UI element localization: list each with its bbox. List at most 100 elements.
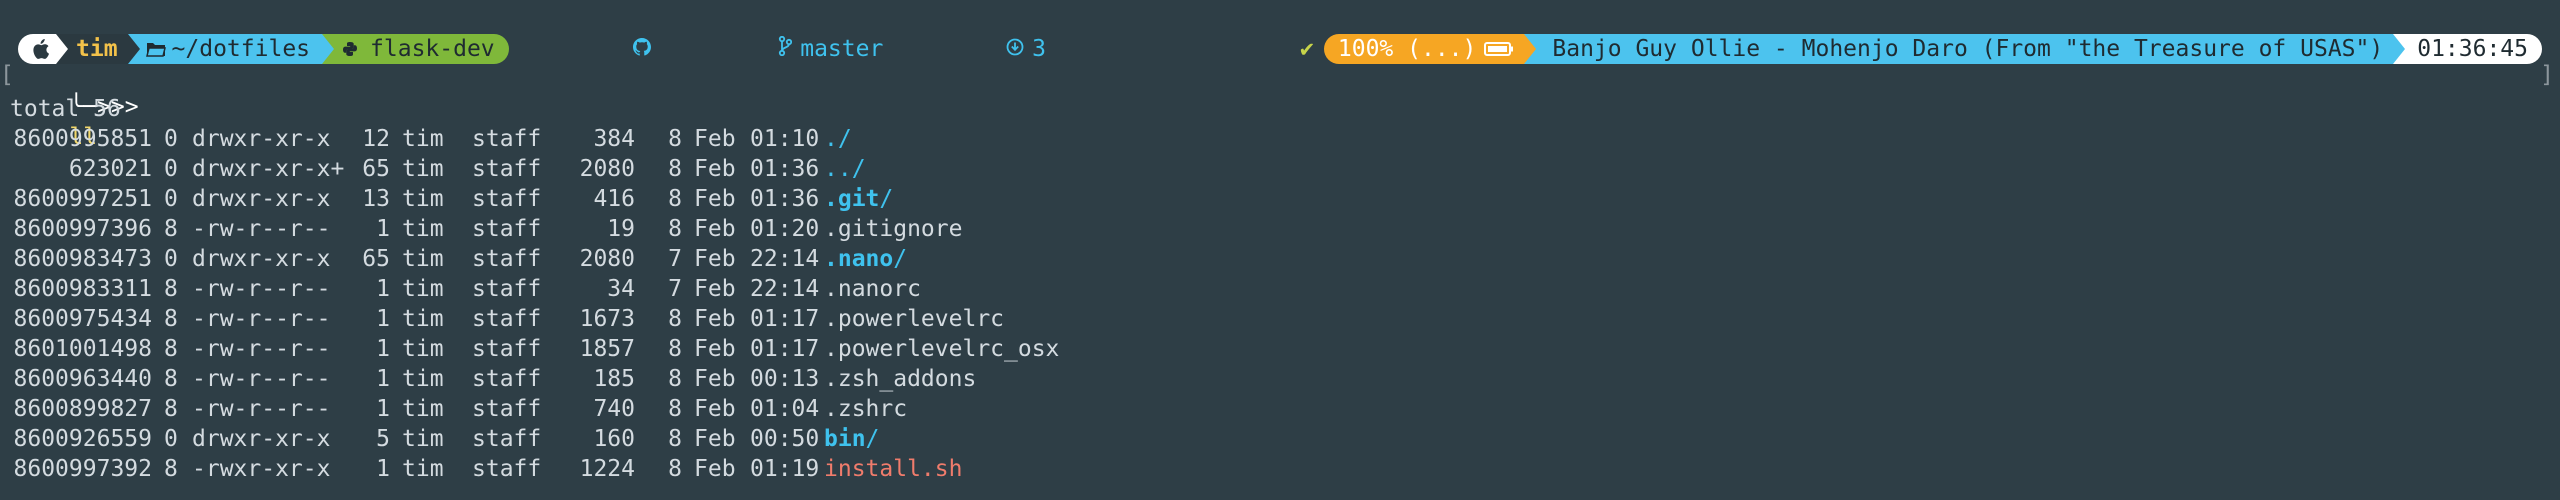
virtualenv-segment: flask-dev [334,34,509,64]
file-day: 7 [668,276,682,302]
status-ok-icon: ✔ [1300,36,1314,62]
file-inode: 8600926559 [13,426,152,452]
file-owner: tim [402,126,444,152]
file-time: 01:04 [750,396,820,422]
file-time: 01:17 [750,336,820,362]
file-group: staff [472,156,542,182]
file-name-text: .git [824,186,880,212]
file-links: 1 [376,276,390,302]
file-size: 160 [593,426,635,452]
file-inode: 8600997392 [13,456,152,482]
file-links: 1 [376,366,390,392]
file-owner: tim [402,426,444,452]
file-size: 2080 [579,156,635,182]
file-group: staff [472,396,542,422]
file-owner: tim [402,366,444,392]
file-links: 5 [376,426,390,452]
file-owner: tim [402,336,444,362]
file-blocks: 8 [164,306,178,332]
file-group: staff [472,186,542,212]
file-month: Feb [694,366,736,392]
git-branch-icon [667,10,793,88]
file-group: staff [472,126,542,152]
file-permissions: drwxr-xr-x [192,126,331,152]
file-day: 8 [668,156,682,182]
file-links: 1 [376,396,390,422]
file-links: 13 [362,186,390,212]
file-inode: 8600975434 [13,306,152,332]
file-group: staff [472,246,542,272]
file-day: 8 [668,306,682,332]
file-group: staff [472,276,542,302]
file-group: staff [472,336,542,362]
file-suffix: / [851,156,866,182]
prompt-bracket-left: [ [0,62,14,88]
file-name-text: .gitignore [824,216,963,242]
file-time: 22:14 [750,246,820,272]
file-blocks: 8 [164,456,178,482]
file-name: .nano/ [824,244,907,274]
file-permissions: -rwxr-xr-x [192,456,331,482]
file-permissions: drwxr-xr-x [192,186,331,212]
file-blocks: 8 [164,396,178,422]
file-permissions: -rw-r--r-- [192,216,331,242]
file-inode: 623021 [68,156,152,182]
prompt-bracket-right: ] [2540,62,2554,88]
user-segment: tim [68,34,128,64]
file-size: 384 [593,126,635,152]
file-day: 8 [668,396,682,422]
file-time: 01:36 [750,186,820,212]
file-size: 1857 [579,336,635,362]
file-day: 8 [668,456,682,482]
file-name-text: .nano [824,246,894,272]
file-day: 8 [668,216,682,242]
file-blocks: 0 [164,156,178,182]
terminal-window[interactable]: tim ~/dotfiles flask-dev master 3 ✔ 100%… [0,0,2560,500]
file-name-text: .powerlevelrc_osx [824,336,1060,362]
file-size: 34 [607,276,635,302]
file-name: .git/ [824,184,893,214]
file-group: staff [472,216,542,242]
file-inode: 8600963440 [13,366,152,392]
file-inode: 8600899827 [13,396,152,422]
file-time: 22:14 [750,276,820,302]
file-size: 1224 [579,456,635,482]
file-day: 8 [668,366,682,392]
file-permissions: drwxr-xr-x+ [192,156,345,182]
file-size: 2080 [579,246,635,272]
file-name: ./ [824,124,852,154]
file-blocks: 8 [164,336,178,362]
file-blocks: 0 [164,186,178,212]
file-name-text: . [824,126,838,152]
file-name-text: bin [824,426,866,452]
vcs-branch: master [800,36,884,62]
clock-time: 01:36:45 [2417,36,2528,62]
apple-icon [30,38,50,60]
file-name: ../ [824,154,866,184]
file-links: 1 [376,306,390,332]
file-blocks: 8 [164,366,178,392]
file-month: Feb [694,126,736,152]
file-name: .powerlevelrc_osx [824,334,1059,364]
prompt-right: ✔ 100% (...) Banjo Guy Ollie - Mohenjo D… [1300,34,2542,64]
file-group: staff [472,306,542,332]
file-name-text: .zshrc [824,396,908,422]
file-time: 01:17 [750,306,820,332]
file-owner: tim [402,396,444,422]
path-segment: ~/dotfiles [139,34,323,64]
file-time: 01:20 [750,216,820,242]
file-owner: tim [402,246,444,272]
file-links: 1 [376,456,390,482]
prompt-left: tim ~/dotfiles flask-dev master 3 [18,34,1046,64]
file-name: .powerlevelrc [824,304,1004,334]
file-day: 8 [668,126,682,152]
file-blocks: 8 [164,276,178,302]
file-month: Feb [694,186,736,212]
file-group: staff [472,366,542,392]
file-name: .nanorc [824,274,921,304]
file-suffix: / [865,426,880,452]
file-time: 00:13 [750,366,820,392]
virtualenv-name: flask-dev [370,36,495,62]
file-owner: tim [402,456,444,482]
file-month: Feb [694,396,736,422]
